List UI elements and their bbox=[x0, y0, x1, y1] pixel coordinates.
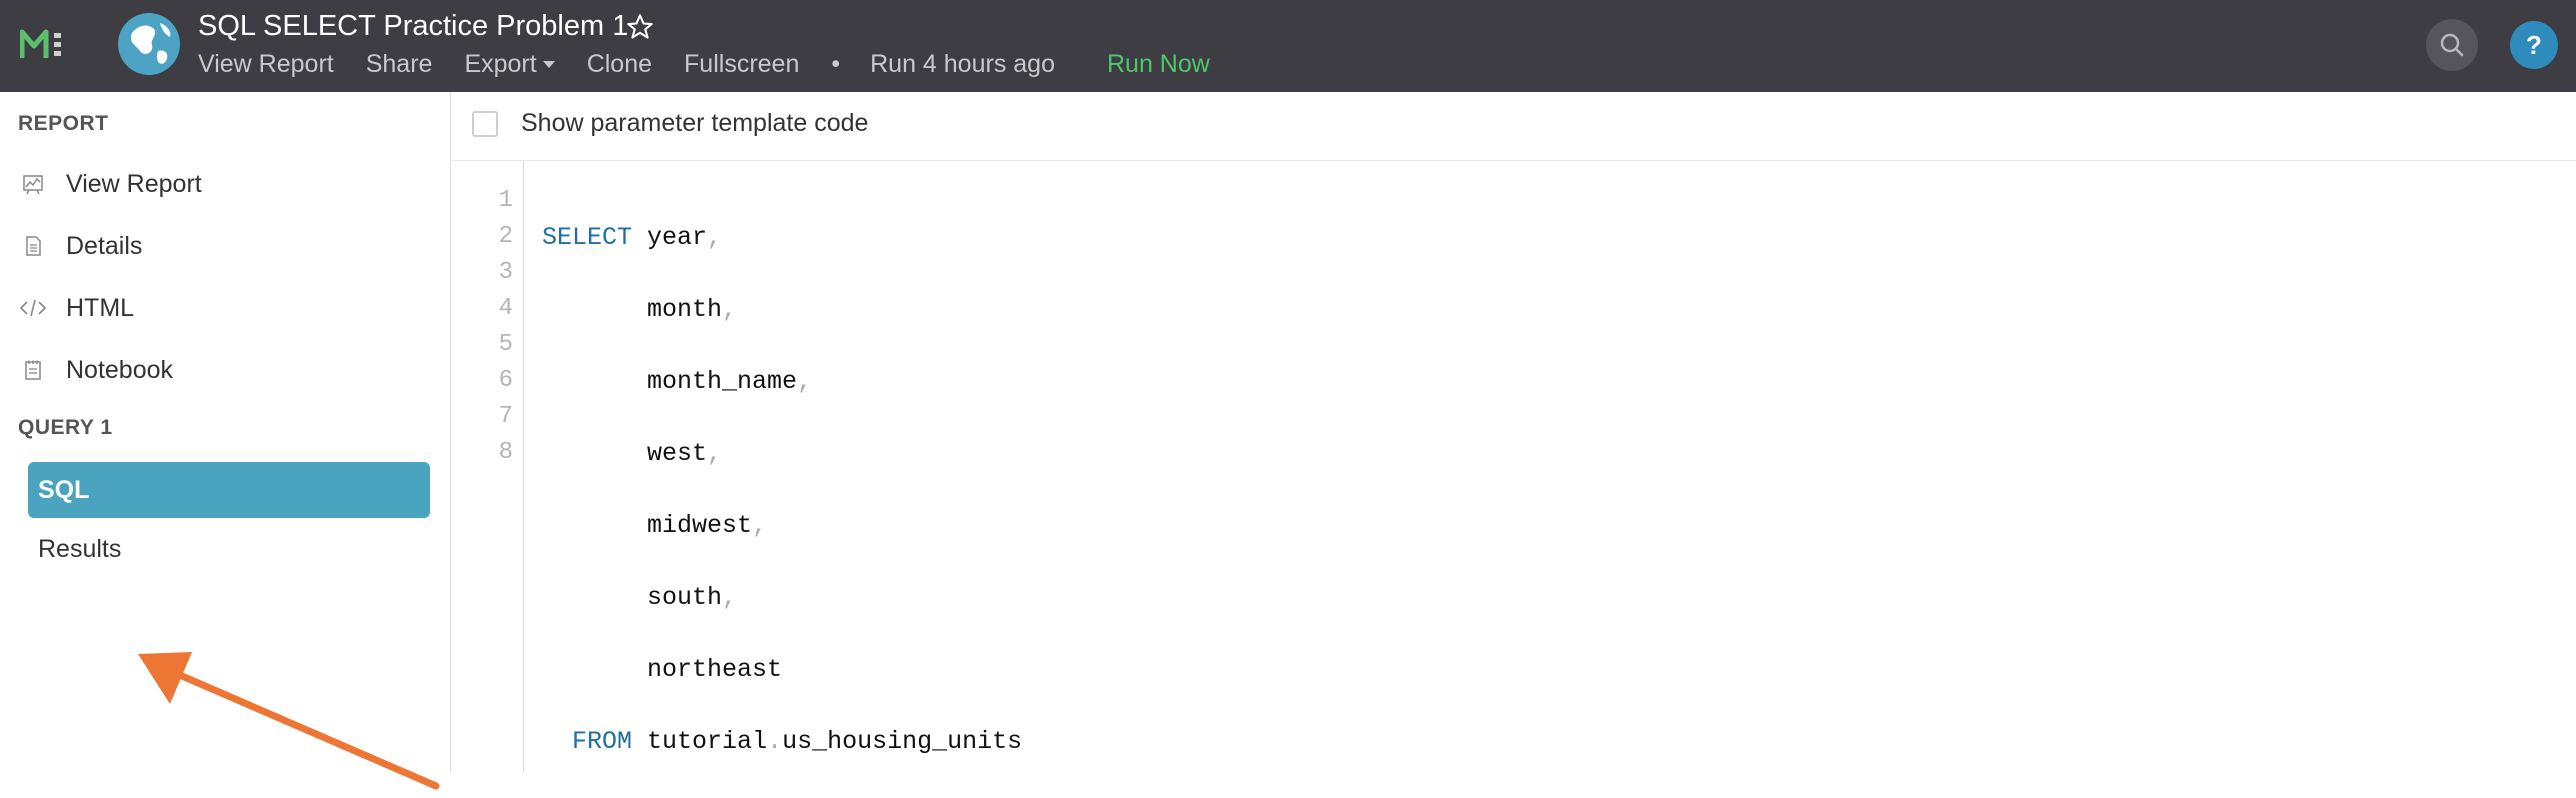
sql-keyword: FROM bbox=[572, 727, 633, 756]
sql-identifier: tutorial bbox=[647, 727, 768, 756]
annotation-arrow bbox=[138, 652, 440, 790]
sql-punctuation: , bbox=[797, 367, 813, 396]
share-link[interactable]: Share bbox=[366, 50, 433, 79]
parameter-bar: Show parameter template code bbox=[451, 92, 2576, 161]
menu-separator: • bbox=[831, 49, 841, 78]
fullscreen-link[interactable]: Fullscreen bbox=[684, 50, 799, 79]
report-title: SQL SELECT Practice Problem 1 bbox=[198, 10, 629, 42]
run-now-button[interactable]: Run Now bbox=[1107, 50, 1210, 79]
caret-down-icon bbox=[542, 61, 555, 69]
sql-punctuation: , bbox=[707, 223, 723, 252]
sidebar-item-label: HTML bbox=[66, 293, 135, 322]
code-icon bbox=[18, 293, 48, 323]
mode-logo-icon[interactable] bbox=[20, 26, 72, 62]
sql-identifier: month bbox=[647, 295, 723, 324]
line-number: 4 bbox=[498, 295, 513, 322]
line-number: 5 bbox=[498, 331, 513, 358]
star-icon[interactable] bbox=[626, 13, 654, 41]
line-number: 6 bbox=[498, 367, 513, 394]
sql-identifier: midwest bbox=[647, 511, 753, 540]
sidebar-item-notebook[interactable]: Notebook bbox=[18, 348, 438, 392]
sql-punctuation: . bbox=[767, 727, 783, 756]
sidebar-item-details[interactable]: Details bbox=[18, 224, 438, 268]
sidebar: REPORT View Report Details HTML Notebook… bbox=[0, 92, 451, 790]
sidebar-item-html[interactable]: HTML bbox=[18, 286, 438, 330]
help-icon[interactable]: ? bbox=[2510, 21, 2558, 69]
code-line: month_name, bbox=[542, 364, 1022, 400]
notebook-icon bbox=[18, 355, 48, 385]
chart-icon bbox=[18, 169, 48, 199]
top-bar: SQL SELECT Practice Problem 1 View Repor… bbox=[0, 0, 2576, 92]
search-icon bbox=[2440, 33, 2464, 57]
line-number: 2 bbox=[498, 223, 513, 250]
report-section-label: REPORT bbox=[18, 112, 109, 135]
sql-identifier: us_housing_units bbox=[782, 727, 1023, 756]
sql-editor[interactable]: SELECT year, month, month_name, west, mi… bbox=[542, 184, 1022, 796]
export-label: Export bbox=[464, 49, 537, 78]
code-line: FROM tutorial.us_housing_units bbox=[542, 724, 1022, 760]
sql-identifier: month_name bbox=[647, 367, 798, 396]
sql-identifier: west bbox=[647, 439, 708, 468]
sidebar-item-label: Details bbox=[66, 231, 143, 260]
line-number: 1 bbox=[498, 187, 513, 214]
globe-avatar-icon[interactable] bbox=[118, 13, 180, 75]
sql-keyword: SELECT bbox=[542, 223, 633, 252]
sidebar-item-label: View Report bbox=[66, 169, 202, 198]
line-number: 7 bbox=[498, 403, 513, 430]
code-line: northeast bbox=[542, 652, 1022, 688]
sidebar-item-sql[interactable]: SQL bbox=[28, 462, 430, 518]
line-number-gutter: 1 2 3 4 5 6 7 8 bbox=[451, 161, 524, 772]
show-template-checkbox[interactable] bbox=[472, 111, 498, 137]
report-menu: View Report Share Export Clone Fullscree… bbox=[198, 48, 1242, 80]
sql-identifier: year bbox=[647, 223, 708, 252]
code-line: midwest, bbox=[542, 508, 1022, 544]
view-report-link[interactable]: View Report bbox=[198, 50, 334, 79]
code-line: south, bbox=[542, 580, 1022, 616]
sql-punctuation: , bbox=[722, 295, 738, 324]
sidebar-item-results[interactable]: Results bbox=[38, 535, 121, 564]
code-line: month, bbox=[542, 292, 1022, 328]
sql-punctuation: , bbox=[752, 511, 768, 540]
search-button[interactable] bbox=[2426, 19, 2478, 71]
sql-identifier: northeast bbox=[647, 655, 783, 684]
line-number: 8 bbox=[498, 439, 513, 466]
run-status: Run 4 hours ago bbox=[870, 49, 1055, 78]
sql-punctuation: , bbox=[707, 439, 723, 468]
document-icon bbox=[18, 231, 48, 261]
sidebar-item-view-report[interactable]: View Report bbox=[18, 162, 438, 206]
show-template-label: Show parameter template code bbox=[521, 109, 869, 137]
sql-identifier: south bbox=[647, 583, 723, 612]
export-dropdown[interactable]: Export bbox=[464, 49, 555, 79]
sidebar-item-label: Results bbox=[38, 535, 122, 563]
code-line: west, bbox=[542, 436, 1022, 472]
clone-link[interactable]: Clone bbox=[587, 50, 652, 79]
query-section-label: QUERY 1 bbox=[18, 416, 113, 439]
sql-punctuation: , bbox=[722, 583, 738, 612]
code-line: SELECT year, bbox=[542, 220, 1022, 256]
sidebar-item-label: SQL bbox=[38, 475, 90, 504]
sidebar-item-label: Notebook bbox=[66, 355, 174, 384]
line-number: 3 bbox=[498, 259, 513, 286]
